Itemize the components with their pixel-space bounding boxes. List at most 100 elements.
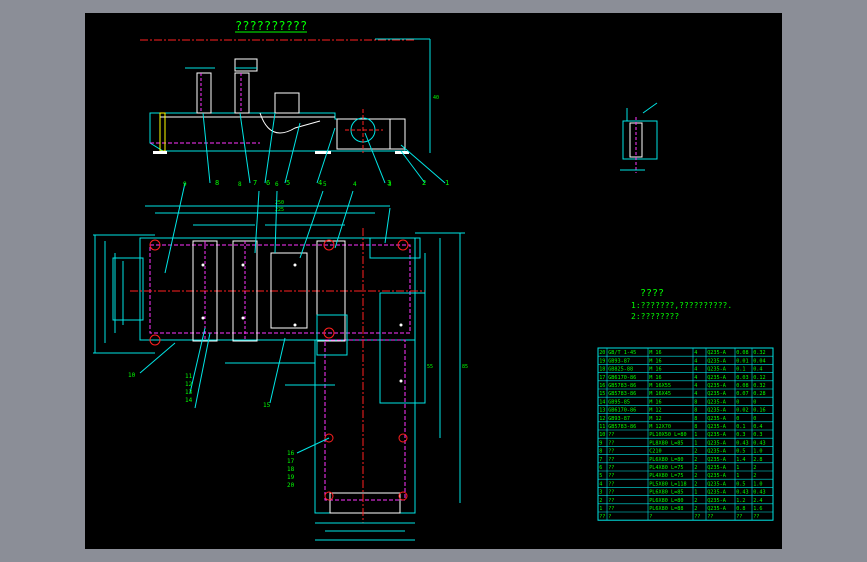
bom-cell: PL4X80 L=75 (649, 465, 683, 471)
bom-cell: 2 (694, 465, 697, 471)
bom-cell: 4 (694, 383, 697, 389)
plan-callout-8: 8 (238, 181, 242, 188)
callout-14: 14 (185, 397, 193, 404)
bom-cell: GB5783-86 (608, 424, 636, 430)
bom-cell: ?? (608, 490, 614, 496)
bom-cell: 4 (694, 350, 697, 356)
bom-cell: Q235-A (707, 457, 727, 463)
end-plate (159, 112, 166, 152)
bom-cell: 2 (753, 473, 756, 479)
bom-cell: 0.01 (736, 358, 749, 364)
cad-drawing: ?????????? 40 8 7 6 5 4 3 2 1 250 225 85… (93, 19, 774, 541)
bom-cell: 0.07 (736, 391, 749, 397)
bom-cell: 0 (753, 416, 756, 422)
bom-cell: Q235-A (707, 383, 727, 389)
svg-text:40: 40 (433, 95, 439, 101)
bom-cell: Q235-A (707, 490, 727, 496)
bom-cell: PL4X80 L=75 (649, 473, 683, 479)
bom-header-cell: ? (649, 514, 652, 520)
bom-cell: 0.02 (736, 408, 749, 414)
callout-6: 6 (266, 179, 270, 187)
bom-cell: Q235-A (707, 473, 727, 479)
bom-cell: 0 (736, 399, 739, 405)
bom-cell: 20 (599, 350, 605, 356)
bom-cell: GB825-88 (608, 367, 633, 373)
bom-cell: 7 (599, 457, 602, 463)
notes-header: ???? (640, 288, 664, 299)
bom-cell: GB6170-86 (608, 408, 636, 414)
bom-cell: 1.2 (736, 498, 745, 504)
bom-cell: M 16 (649, 358, 662, 364)
plan-callout-3: 3 (388, 181, 392, 188)
bom-cell: PL5X80 L=118 (649, 481, 686, 487)
bom-cell: 0.43 (736, 440, 749, 446)
bom-cell: ?? (608, 506, 614, 512)
callout-18: 18 (287, 466, 295, 473)
bom-cell: GB95-85 (608, 399, 630, 405)
callout-7: 7 (253, 179, 257, 187)
bom-cell: 3 (599, 490, 602, 496)
bolt-hole (398, 433, 408, 443)
bom-cell: 11 (599, 424, 605, 430)
bom-cell: 9 (599, 440, 602, 446)
plan-callout-5: 5 (323, 181, 327, 188)
bom-cell: 1 (736, 465, 739, 471)
channel-left (196, 72, 212, 114)
bom-cell: M 12 (649, 408, 662, 414)
bom-cell: 1 (694, 490, 697, 496)
bom-cell: PL8X80 L=85 (649, 440, 683, 446)
bom-cell: Q235-A (707, 498, 727, 504)
bom-cell: 0.08 (736, 350, 749, 356)
plan-callout-9: 9 (183, 181, 187, 188)
bom-cell: PL6X80 L=80 (649, 498, 683, 504)
mid-block (274, 92, 300, 114)
bom-cell: 0.3 (753, 432, 762, 438)
bom-cell: 2.4 (753, 498, 762, 504)
bom-cell: 0.4 (753, 367, 762, 373)
drawing-sheet: ?????????? 40 8 7 6 5 4 3 2 1 250 225 85… (85, 13, 782, 549)
bom-cell: 0.43 (736, 490, 749, 496)
bom-cell: 0.3 (736, 432, 745, 438)
bom-cell: 4 (694, 367, 697, 373)
bom-cell: Q235-A (707, 375, 727, 381)
bom-cell: 6 (599, 465, 602, 471)
bom-cell: Q235-A (707, 367, 727, 373)
bom-cell: 1.6 (753, 506, 762, 512)
bom-cell: Q235-A (707, 432, 727, 438)
bom-cell: 0.1 (736, 367, 745, 373)
bom-cell: 0.28 (753, 391, 766, 397)
bom-cell: 0.8 (736, 506, 745, 512)
bom-cell: PL6X80 L=88 (649, 506, 683, 512)
bom-cell: 0.04 (753, 358, 766, 364)
bom-cell: 5 (599, 473, 602, 479)
callout-8: 8 (215, 179, 219, 187)
bom-cell: 4 (694, 391, 697, 397)
bom-header-cell: ?? (599, 514, 605, 520)
bom-cell: Q235-A (707, 416, 727, 422)
channel-right (234, 72, 250, 114)
svg-text:55: 55 (427, 364, 433, 370)
bom-cell: M 12 (649, 416, 662, 422)
front-view: 40 8 7 6 5 4 3 2 1 (140, 38, 449, 187)
bom-cell: Q235-A (707, 465, 727, 471)
bill-of-materials-table: 20 GB/T 1-45 M 16 4 Q235-A 0.08 0.3219 GB93-87 M… (597, 347, 774, 521)
callout-10: 10 (128, 372, 136, 379)
bom-cell: ?? (608, 498, 614, 504)
bom-cell: PL6X80 L=85 (649, 490, 683, 496)
callout-16: 16 (287, 450, 295, 457)
drawing-title: ?????????? (235, 19, 307, 33)
callout-4: 4 (318, 179, 322, 187)
callout-12: 12 (185, 381, 193, 388)
bom-cell: Q235-A (707, 399, 727, 405)
bom-cell: 14 (599, 399, 605, 405)
bom-cell: 0.5 (736, 449, 745, 455)
bom-cell: 8 (599, 449, 602, 455)
bom-cell: 0.5 (736, 481, 745, 487)
plan-view: 250 225 85 55 9 8 6 5 4 3 10 11 12 13 14… (93, 181, 468, 541)
bom-cell: 0.43 (753, 490, 766, 496)
bom-cell: 0.43 (753, 440, 766, 446)
bom-cell: C210 (649, 449, 662, 455)
bom-cell: GB6170-86 (608, 375, 636, 381)
bom-cell: 0.32 (753, 350, 766, 356)
bom-cell: M 16X45 (649, 391, 671, 397)
